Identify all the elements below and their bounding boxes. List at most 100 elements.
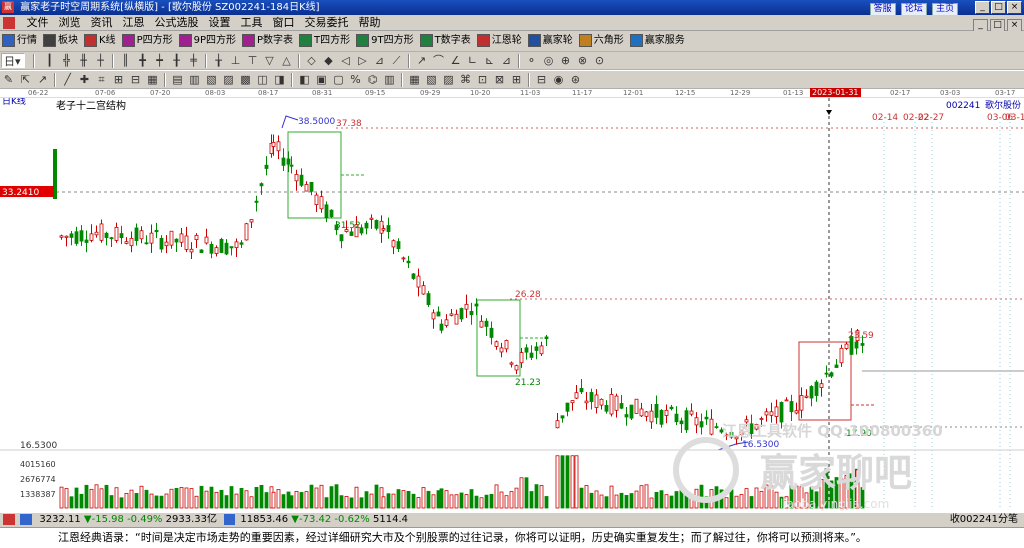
toolbar-button-6[interactable]: T四方形 xyxy=(297,31,354,51)
draw-tool-icon[interactable]: ⊛ xyxy=(568,72,583,87)
volume-bar xyxy=(299,492,304,509)
draw-tool-icon[interactable]: ⌒ xyxy=(431,53,446,68)
menu-window[interactable]: 窗口 xyxy=(268,15,300,31)
draw-tool-icon[interactable]: ◇ xyxy=(304,53,319,68)
draw-tool-icon[interactable]: ◨ xyxy=(272,72,287,87)
draw-tool-icon[interactable]: ▣ xyxy=(314,72,329,87)
toolbar-button-1[interactable]: 板块 xyxy=(41,31,82,51)
menu-info[interactable]: 资讯 xyxy=(86,15,118,31)
draw-tool-icon[interactable]: ⊥ xyxy=(228,53,243,68)
draw-tool-icon[interactable]: ▢ xyxy=(331,72,346,87)
draw-tool-icon[interactable]: ⊗ xyxy=(575,53,590,68)
draw-tool-icon[interactable]: ▥ xyxy=(382,72,397,87)
volume-bar xyxy=(89,488,94,509)
toolbar-button-11[interactable]: 六角形 xyxy=(577,31,628,51)
draw-tool-icon[interactable]: ⊡ xyxy=(475,72,490,87)
toolbar-button-8[interactable]: T数字表 xyxy=(418,31,475,51)
draw-tool-icon[interactable]: ⟋ xyxy=(389,53,404,68)
draw-tool-icon[interactable]: ⊠ xyxy=(492,72,507,87)
draw-tool-icon[interactable]: ▽ xyxy=(262,53,277,68)
draw-tool-icon[interactable]: ▦ xyxy=(145,72,160,87)
draw-tool-icon[interactable]: ◧ xyxy=(297,72,312,87)
draw-tool-icon[interactable]: ┿ xyxy=(152,53,167,68)
draw-tool-icon[interactable]: ▦ xyxy=(407,72,422,87)
menu-file[interactable]: 文件 xyxy=(22,15,54,31)
draw-tool-icon[interactable]: % xyxy=(348,72,363,87)
draw-tool-icon[interactable]: ╱ xyxy=(60,72,75,87)
draw-tool-icon[interactable]: ⊾ xyxy=(482,53,497,68)
draw-tool-icon[interactable]: ▧ xyxy=(204,72,219,87)
draw-tool-icon[interactable]: ◎ xyxy=(541,53,556,68)
draw-tool-icon[interactable]: ✎ xyxy=(1,72,16,87)
draw-tool-icon[interactable]: ▥ xyxy=(187,72,202,87)
draw-tool-icon[interactable]: ╬ xyxy=(59,53,74,68)
draw-tool-icon[interactable]: ◆ xyxy=(321,53,336,68)
toolbar-button-4[interactable]: 9P四方形 xyxy=(177,31,240,51)
tick-detail-label[interactable]: 收002241分笔 xyxy=(950,513,1018,527)
menu-trade[interactable]: 交易委托 xyxy=(300,15,354,31)
draw-tool-icon[interactable]: ║ xyxy=(118,53,133,68)
draw-tool-icon[interactable]: ◁ xyxy=(338,53,353,68)
draw-tool-icon[interactable]: ↗ xyxy=(35,72,50,87)
draw-tool-icon[interactable]: ╁ xyxy=(211,53,226,68)
toolbar-button-2[interactable]: K线 xyxy=(82,31,120,51)
maximize-button[interactable]: □ xyxy=(991,1,1006,14)
period-select[interactable]: 日▾ xyxy=(1,53,25,68)
draw-tool-icon[interactable]: ∠ xyxy=(448,53,463,68)
menu-tools[interactable]: 工具 xyxy=(236,15,268,31)
draw-tool-icon[interactable]: ✚ xyxy=(77,72,92,87)
kline-chart[interactable]: 日K线 老子十二宫结构 002241 歌尔股份 33.2410 16.5300 401516… xyxy=(0,98,1024,511)
draw-tool-icon[interactable]: ⌘ xyxy=(458,72,473,87)
draw-tool-icon[interactable]: ⊞ xyxy=(111,72,126,87)
draw-tool-icon[interactable]: ╂ xyxy=(169,53,184,68)
candle-body xyxy=(396,241,401,250)
draw-tool-icon[interactable]: ▧ xyxy=(424,72,439,87)
draw-tool-icon[interactable]: ┃ xyxy=(42,53,57,68)
toolbar-button-3[interactable]: P四方形 xyxy=(120,31,177,51)
draw-tool-icon[interactable]: ⊞ xyxy=(509,72,524,87)
draw-tool-icon[interactable]: ⚬ xyxy=(524,53,539,68)
draw-tool-icon[interactable]: ⊙ xyxy=(592,53,607,68)
draw-tool-icon[interactable]: ▨ xyxy=(221,72,236,87)
candle-body xyxy=(109,237,114,240)
draw-tool-icon[interactable]: ⊿ xyxy=(372,53,387,68)
toolbar-button-0[interactable]: 行情 xyxy=(0,31,41,51)
volume-bar xyxy=(534,484,539,509)
draw-tool-icon[interactable]: ╫ xyxy=(76,53,91,68)
menu-settings[interactable]: 设置 xyxy=(204,15,236,31)
draw-tool-icon[interactable]: ↗ xyxy=(414,53,429,68)
draw-tool-icon[interactable]: ⊤ xyxy=(245,53,260,68)
draw-tool-icon[interactable]: ∟ xyxy=(465,53,480,68)
draw-tool-icon[interactable]: ◫ xyxy=(255,72,270,87)
draw-tool-icon[interactable]: ╋ xyxy=(135,53,150,68)
menu-formula[interactable]: 公式选股 xyxy=(150,15,204,31)
candle-body xyxy=(421,285,426,295)
toolbar-button-9[interactable]: 江恩轮 xyxy=(475,31,526,51)
draw-tool-icon[interactable]: ▤ xyxy=(170,72,185,87)
toolbar-button-5[interactable]: P数字表 xyxy=(240,31,297,51)
minimize-button[interactable]: _ xyxy=(975,1,990,14)
draw-tool-icon[interactable]: △ xyxy=(279,53,294,68)
menu-browse[interactable]: 浏览 xyxy=(54,15,86,31)
draw-tool-icon[interactable]: ◉ xyxy=(551,72,566,87)
toolbar-button-7[interactable]: 9T四方形 xyxy=(354,31,417,51)
draw-tool-icon[interactable]: ⌬ xyxy=(365,72,380,87)
draw-tool-icon[interactable]: ▷ xyxy=(355,53,370,68)
toolbar-button-10[interactable]: 赢家轮 xyxy=(526,31,577,51)
toolbar-button-label: P数字表 xyxy=(257,35,294,46)
menu-gann[interactable]: 江恩 xyxy=(118,15,150,31)
draw-tool-icon[interactable]: ⊟ xyxy=(534,72,549,87)
draw-tool-icon[interactable]: ▩ xyxy=(238,72,253,87)
draw-tool-icon[interactable]: ⊿ xyxy=(499,53,514,68)
draw-tool-icon[interactable]: ▨ xyxy=(441,72,456,87)
draw-tool-icon[interactable]: ╪ xyxy=(186,53,201,68)
draw-tool-icon[interactable]: ⊟ xyxy=(128,72,143,87)
menu-help[interactable]: 帮助 xyxy=(354,15,386,31)
draw-tool-icon[interactable]: ⌗ xyxy=(94,72,109,87)
close-button[interactable]: × xyxy=(1007,1,1022,14)
draw-tool-icon[interactable]: ┼ xyxy=(93,53,108,68)
candle-body xyxy=(560,415,565,419)
draw-tool-icon[interactable]: ⊕ xyxy=(558,53,573,68)
draw-tool-icon[interactable]: ⇱ xyxy=(18,72,33,87)
toolbar-button-12[interactable]: 赢家服务 xyxy=(628,31,689,51)
